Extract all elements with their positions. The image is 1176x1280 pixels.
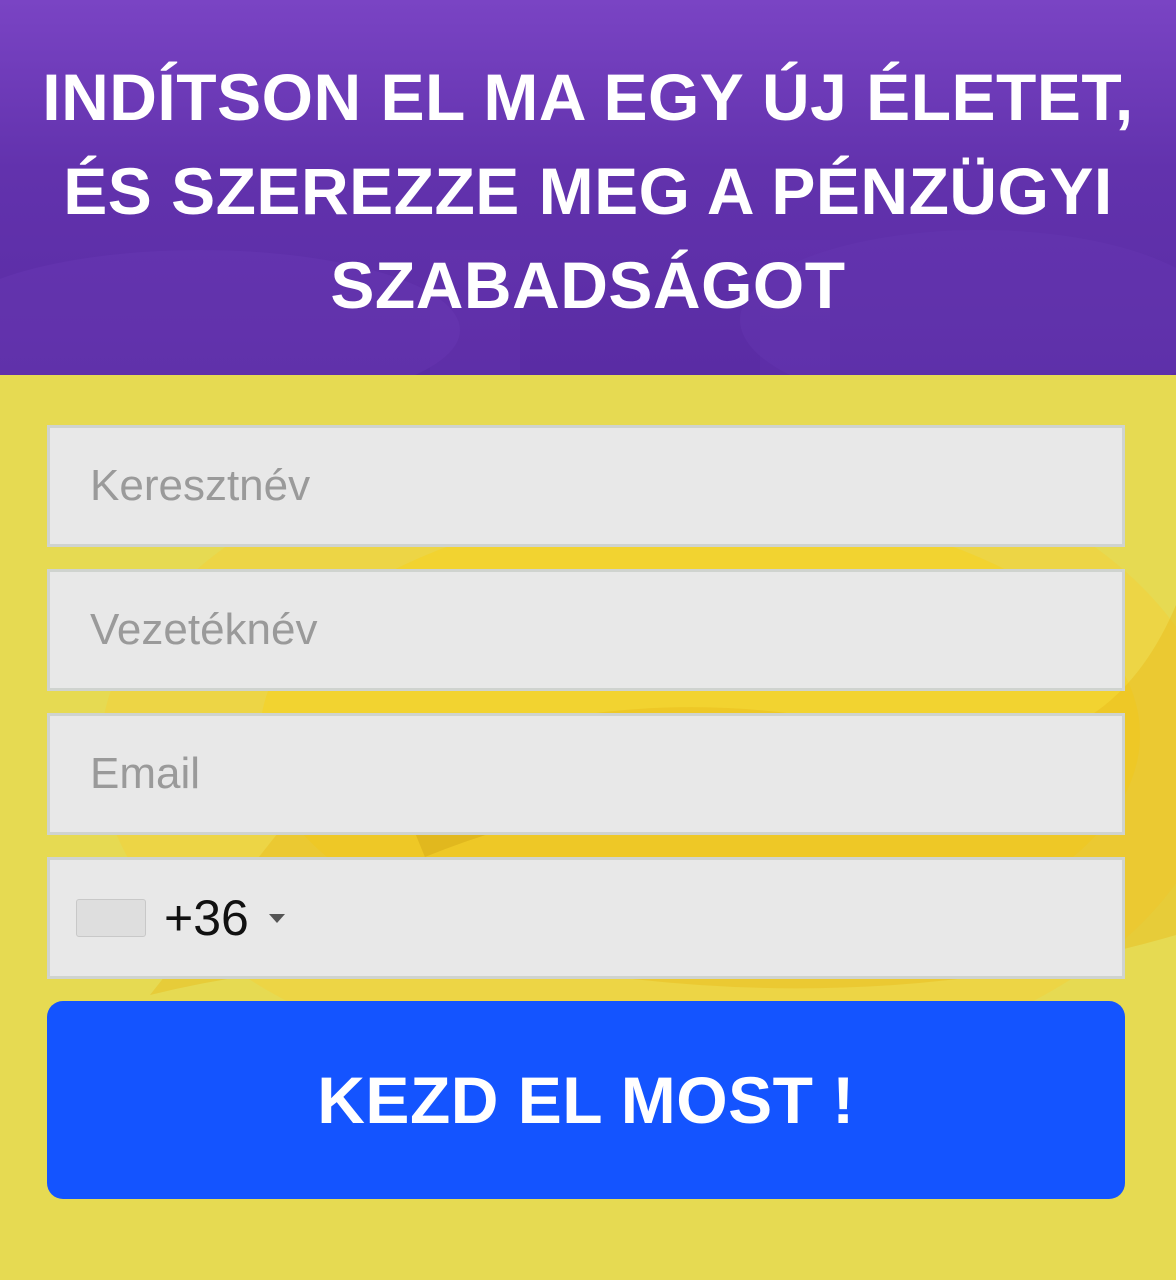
last-name-field-wrapper [47,569,1125,691]
start-now-button[interactable]: KEZD EL MOST ! [47,1001,1125,1199]
first-name-field-wrapper [47,425,1125,547]
first-name-input[interactable] [50,428,1122,544]
dial-code-label: +36 [164,890,249,946]
caret-down-icon [268,913,285,923]
landing-page: INDÍTSON EL MA EGY ÚJ ÉLETET, ÉS SZEREZZ… [0,0,1176,1280]
hero-header: INDÍTSON EL MA EGY ÚJ ÉLETET, ÉS SZEREZZ… [0,0,1176,375]
signup-form: +36 KEZD EL MOST ! [47,425,1125,1199]
flag-placeholder-icon [76,899,146,937]
email-field-wrapper [47,713,1125,835]
phone-input[interactable] [284,860,1122,976]
last-name-input[interactable] [50,572,1122,688]
phone-field-wrapper: +36 [47,857,1125,979]
page-title: INDÍTSON EL MA EGY ÚJ ÉLETET, ÉS SZEREZZ… [42,60,1134,322]
country-code-selector[interactable]: +36 [50,860,285,976]
email-input[interactable] [50,716,1122,832]
